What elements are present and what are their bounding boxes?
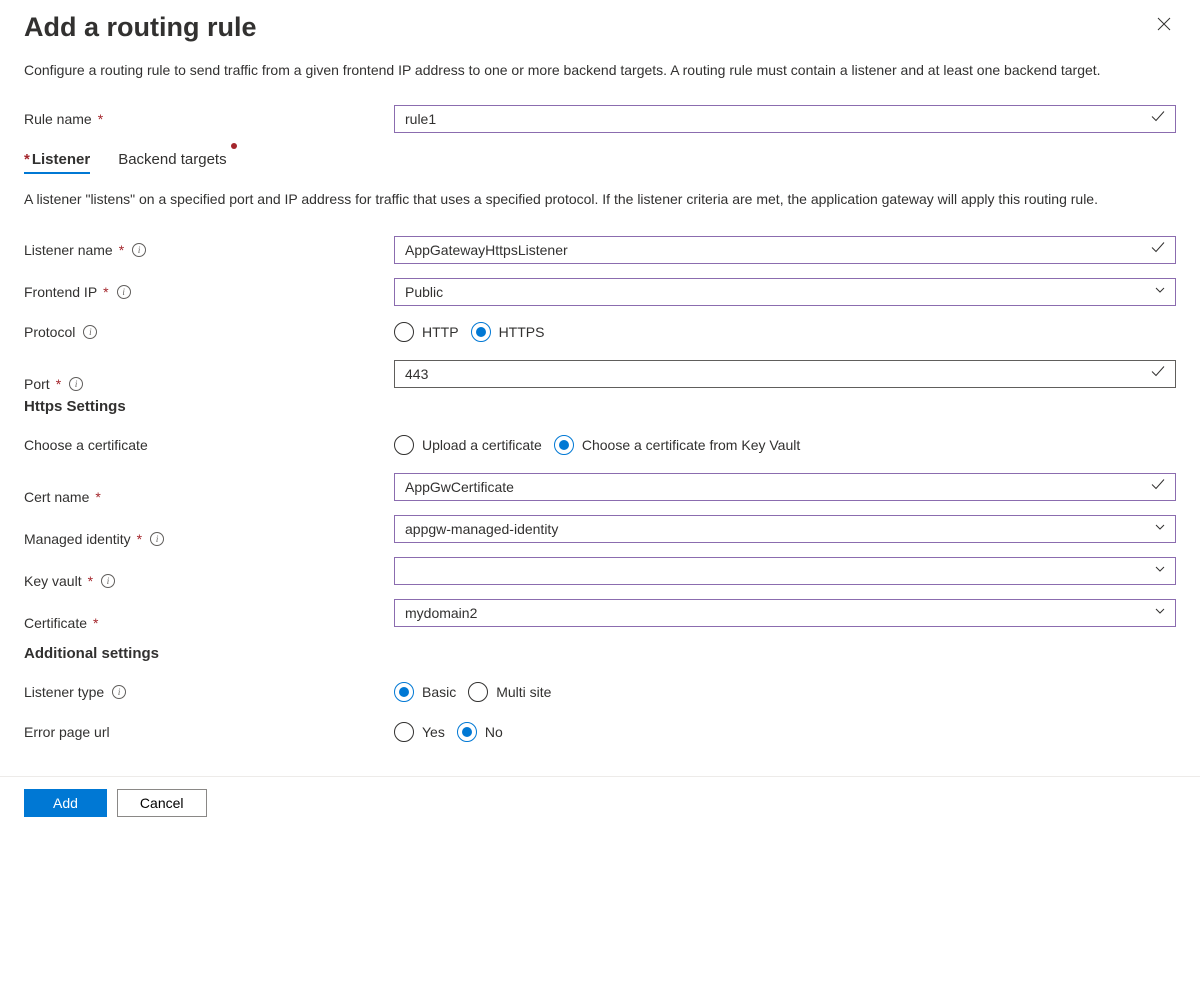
additional-settings-heading: Additional settings <box>24 645 1176 662</box>
info-icon[interactable]: i <box>112 685 126 699</box>
radio-keyvault-label: Choose a certificate from Key Vault <box>582 437 800 453</box>
radio-basic-label: Basic <box>422 684 456 700</box>
info-icon[interactable]: i <box>101 574 115 588</box>
choose-certificate-label: Choose a certificate <box>24 437 394 453</box>
frontend-ip-label: Frontend IP* i <box>24 284 394 300</box>
radio-error-no[interactable]: No <box>457 722 503 742</box>
info-icon[interactable]: i <box>150 532 164 546</box>
add-button[interactable]: Add <box>24 789 107 817</box>
radio-circle-icon <box>554 435 574 455</box>
tab-listener[interactable]: *Listener <box>24 151 90 174</box>
cancel-button[interactable]: Cancel <box>117 789 207 817</box>
tab-dot-indicator <box>231 143 237 149</box>
info-icon[interactable]: i <box>132 243 146 257</box>
page-title: Add a routing rule <box>24 12 257 43</box>
description-text: Configure a routing rule to send traffic… <box>24 59 1176 81</box>
radio-no-label: No <box>485 724 503 740</box>
protocol-label: Protocol i <box>24 324 394 340</box>
rule-name-label: Rule name* <box>24 111 394 127</box>
certificate-select[interactable] <box>394 599 1176 627</box>
radio-https-label: HTTPS <box>499 324 545 340</box>
error-page-label: Error page url <box>24 724 394 740</box>
listener-name-input[interactable] <box>394 236 1176 264</box>
radio-yes-label: Yes <box>422 724 445 740</box>
radio-upload-label: Upload a certificate <box>422 437 542 453</box>
key-vault-select[interactable] <box>394 557 1176 585</box>
listener-type-label: Listener type i <box>24 684 394 700</box>
info-icon[interactable]: i <box>83 325 97 339</box>
https-settings-heading: Https Settings <box>24 398 1176 415</box>
radio-http-label: HTTP <box>422 324 459 340</box>
rule-name-input[interactable] <box>394 105 1176 133</box>
cert-name-input[interactable] <box>394 473 1176 501</box>
close-icon <box>1156 16 1172 36</box>
radio-circle-icon <box>394 322 414 342</box>
radio-circle-icon <box>394 722 414 742</box>
tabs: *Listener Backend targets <box>24 151 1176 174</box>
tab-backend-targets[interactable]: Backend targets <box>118 151 226 174</box>
close-button[interactable] <box>1152 12 1176 41</box>
listener-description: A listener "listens" on a specified port… <box>24 188 1176 210</box>
info-icon[interactable]: i <box>117 285 131 299</box>
radio-circle-icon <box>394 435 414 455</box>
radio-multisite[interactable]: Multi site <box>468 682 551 702</box>
radio-circle-icon <box>471 322 491 342</box>
radio-keyvault-certificate[interactable]: Choose a certificate from Key Vault <box>554 435 800 455</box>
cert-name-label: Cert name* <box>24 489 394 505</box>
port-label: Port* i <box>24 376 394 392</box>
listener-name-label: Listener name* i <box>24 242 394 258</box>
certificate-label: Certificate* <box>24 615 394 631</box>
radio-circle-icon <box>468 682 488 702</box>
radio-circle-icon <box>394 682 414 702</box>
port-input[interactable] <box>394 360 1176 388</box>
key-vault-label: Key vault* i <box>24 573 394 589</box>
info-icon[interactable]: i <box>69 377 83 391</box>
frontend-ip-select[interactable] <box>394 278 1176 306</box>
radio-circle-icon <box>457 722 477 742</box>
radio-upload-certificate[interactable]: Upload a certificate <box>394 435 542 455</box>
radio-multisite-label: Multi site <box>496 684 551 700</box>
radio-basic[interactable]: Basic <box>394 682 456 702</box>
radio-error-yes[interactable]: Yes <box>394 722 445 742</box>
radio-https[interactable]: HTTPS <box>471 322 545 342</box>
radio-http[interactable]: HTTP <box>394 322 459 342</box>
managed-identity-select[interactable] <box>394 515 1176 543</box>
managed-identity-label: Managed identity* i <box>24 531 394 547</box>
